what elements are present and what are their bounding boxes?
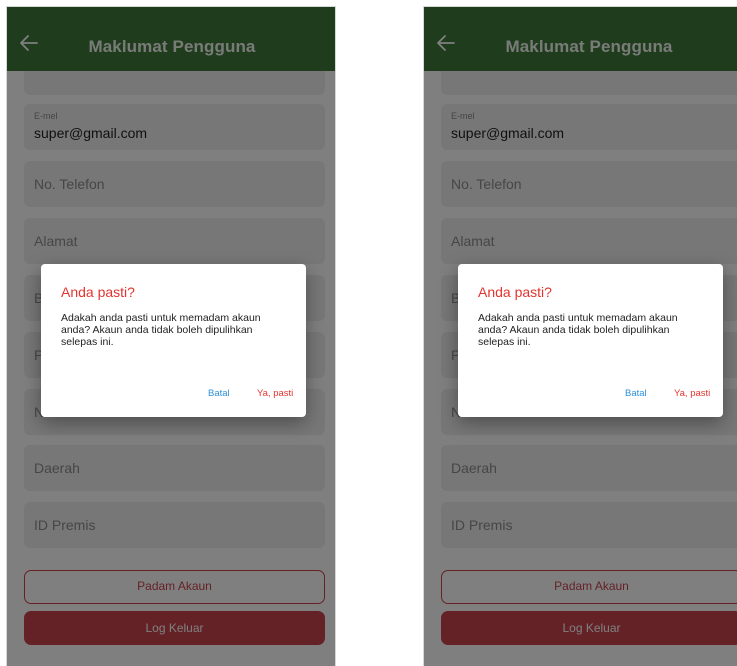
dialog-title: Anda pasti? — [478, 284, 552, 300]
confirm-button[interactable]: Ya, pasti — [257, 388, 293, 399]
phone-screen-left: Maklumat Pengguna 000000-00-0001 E-mel s… — [6, 6, 336, 666]
confirm-dialog: Anda pasti? Adakah anda pasti untuk mema… — [41, 264, 306, 417]
dialog-message: Adakah anda pasti untuk memadam akaun an… — [61, 312, 261, 348]
cancel-button[interactable]: Batal — [208, 388, 230, 399]
phone-screen-right: Maklumat Pengguna 000000-00-0001 E-mel s… — [423, 6, 737, 666]
dialog-title: Anda pasti? — [61, 284, 135, 300]
cancel-button[interactable]: Batal — [625, 388, 647, 399]
confirm-dialog: Anda pasti? Adakah anda pasti untuk mema… — [458, 264, 723, 417]
dialog-message: Adakah anda pasti untuk memadam akaun an… — [478, 312, 678, 348]
confirm-button[interactable]: Ya, pasti — [674, 388, 710, 399]
